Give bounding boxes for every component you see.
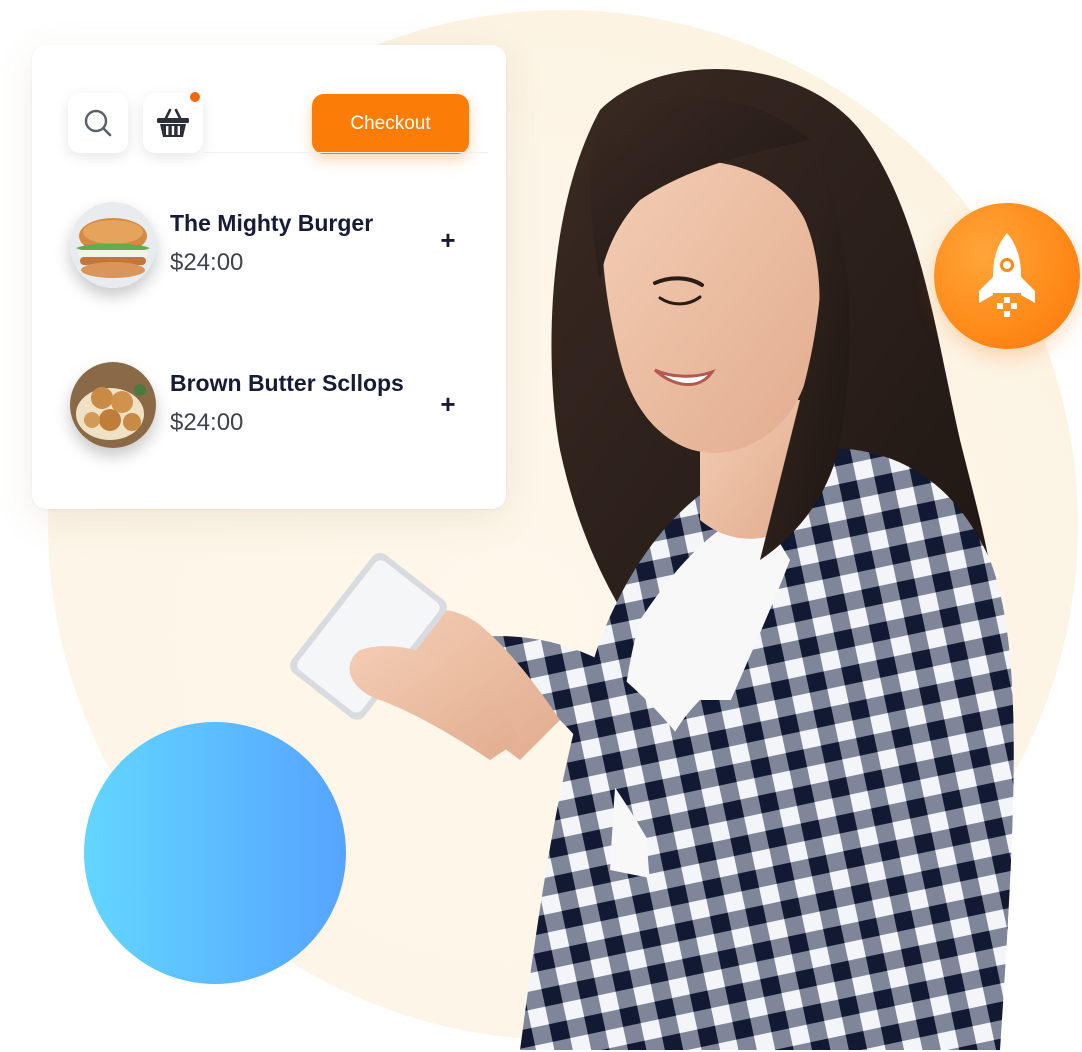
decorative-blue-circle [84, 722, 346, 984]
checkout-button[interactable]: Checkout [312, 94, 469, 154]
add-item-button[interactable]: + [432, 224, 464, 256]
order-card: Checkout The Mighty Burger $24:00 + Brow… [32, 45, 506, 509]
item-price: $24:00 [170, 249, 244, 276]
search-icon [84, 109, 112, 137]
burger-thumbnail [70, 202, 156, 288]
rocket-badge [934, 203, 1080, 349]
basket-button[interactable] [143, 90, 203, 153]
search-button[interactable] [68, 93, 128, 153]
item-name: Brown Butter Scllops [170, 370, 404, 396]
cart-notification-dot [188, 90, 202, 104]
cart-item: Brown Butter Scllops $24:00 + [70, 362, 470, 448]
rocket-icon [979, 233, 1035, 317]
basket-icon [157, 108, 189, 137]
scallops-thumbnail [70, 362, 156, 448]
toolbar-divider [202, 152, 488, 153]
cart-item: The Mighty Burger $24:00 + [70, 202, 470, 288]
add-item-button[interactable]: + [432, 388, 464, 420]
item-price: $24:00 [170, 409, 244, 436]
item-name: The Mighty Burger [170, 210, 374, 236]
